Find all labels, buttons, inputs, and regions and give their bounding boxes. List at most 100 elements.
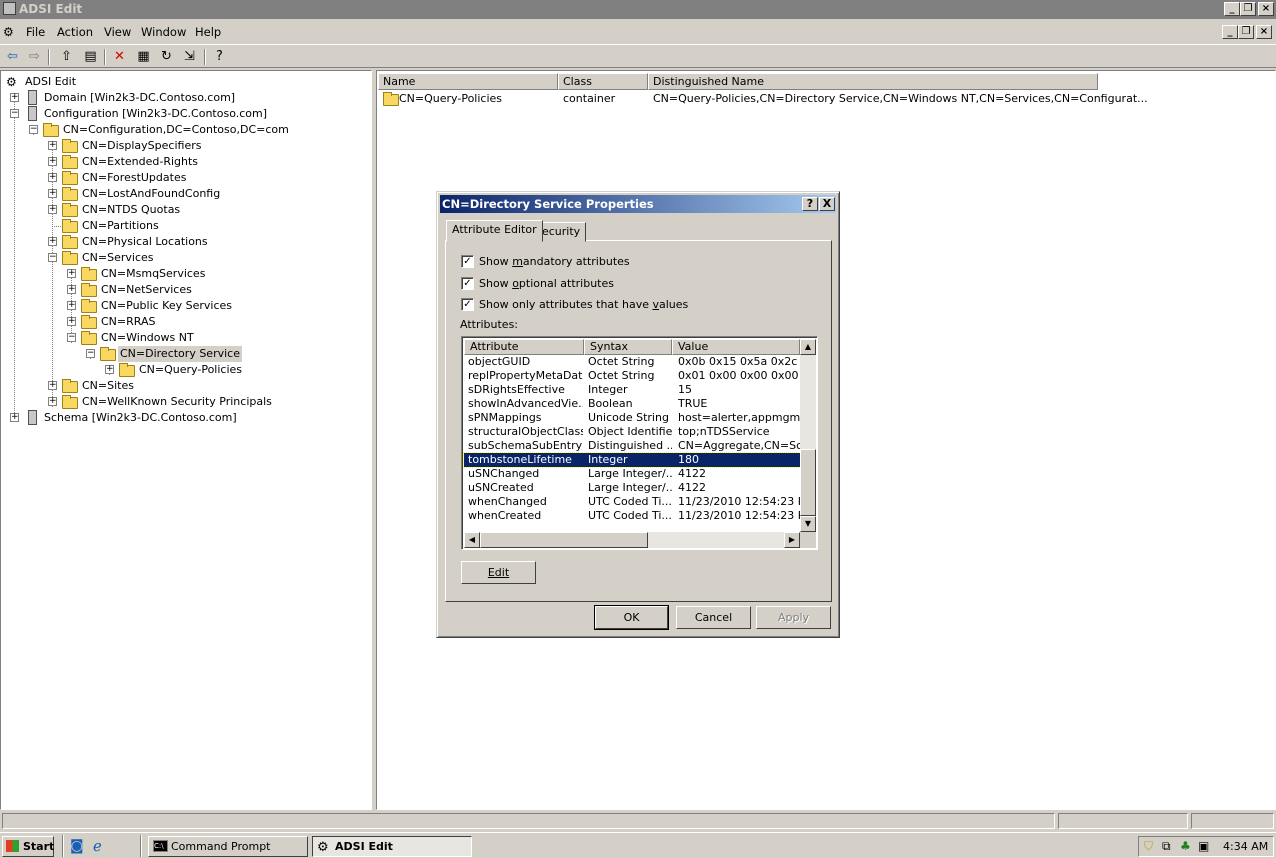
expand-icon[interactable]: +: [48, 173, 57, 182]
tray-monitor-icon[interactable]: ▣: [1198, 839, 1209, 853]
tree-item-windows-nt[interactable]: − CN=Windows NT: [66, 330, 266, 346]
collapse-icon[interactable]: −: [48, 253, 57, 262]
vertical-scroll-thumb[interactable]: [800, 449, 816, 516]
column-header-dn[interactable]: Distinguished Name: [648, 73, 1098, 90]
scroll-up-icon[interactable]: ▲: [800, 339, 816, 355]
internet-explorer-icon[interactable]: ℯ: [93, 837, 102, 855]
security-shield-icon[interactable]: ⛉: [1144, 839, 1153, 854]
tree-item-partitions[interactable]: CN=Partitions: [47, 218, 247, 234]
tree-item-public-key-services[interactable]: + CN=Public Key Services: [66, 298, 266, 314]
expand-icon[interactable]: +: [48, 157, 57, 166]
attribute-row[interactable]: replPropertyMetaData Octet String 0x01 0x0…: [464, 369, 800, 383]
collapse-icon[interactable]: −: [29, 125, 38, 134]
scroll-right-icon[interactable]: ▶: [784, 532, 800, 548]
edit-button[interactable]: Edit: [461, 561, 536, 584]
tree-item-physical-locations[interactable]: + CN=Physical Locations: [47, 234, 247, 250]
column-header-name[interactable]: Name: [378, 73, 558, 90]
collapse-icon[interactable]: −: [10, 109, 19, 118]
close-button[interactable]: ×: [1258, 2, 1274, 16]
attribute-row[interactable]: structuralObjectClass Object Identifier to…: [464, 425, 800, 439]
properties-icon[interactable]: ▦: [134, 48, 153, 66]
attribute-row[interactable]: sPNMappings Unicode String host=alerter,ap…: [464, 411, 800, 425]
tab-attribute-editor[interactable]: Attribute Editor: [446, 220, 543, 242]
tray-app-icon[interactable]: ♣: [1180, 839, 1191, 853]
attribute-row[interactable]: objectGUID Octet String 0x0b 0x15 0x5a 0x2…: [464, 355, 800, 369]
expand-icon[interactable]: +: [67, 317, 76, 326]
expand-icon[interactable]: +: [67, 269, 76, 278]
dialog-help-button[interactable]: ?: [802, 197, 818, 211]
tree-item-lostandfoundconfig[interactable]: + CN=LostAndFoundConfig: [47, 186, 247, 202]
app-title-bar[interactable]: ADSI Edit _ ❐ ×: [0, 0, 1276, 19]
up-one-level-icon[interactable]: ⇧: [57, 48, 76, 66]
tree-item-ntds-quotas[interactable]: + CN=NTDS Quotas: [47, 202, 247, 218]
expand-icon[interactable]: +: [67, 301, 76, 310]
ok-button[interactable]: OK: [594, 605, 669, 630]
taskbar-adsi-edit[interactable]: ⚙ ADSI Edit: [312, 836, 472, 857]
help-icon[interactable]: ?: [210, 48, 229, 66]
delete-icon[interactable]: ✕: [110, 48, 129, 66]
attribute-row[interactable]: whenChanged UTC Coded Ti... 11/23/2010 12:…: [464, 495, 800, 509]
attribute-row[interactable]: uSNCreated Large Integer/... 4122: [464, 481, 800, 495]
tree-item-domain[interactable]: + Domain [Win2k3-DC.Contoso.com]: [9, 90, 235, 106]
minimize-button[interactable]: _: [1224, 2, 1240, 16]
dialog-close-button[interactable]: X: [819, 197, 835, 211]
show-hide-tree-icon[interactable]: ▤: [81, 48, 100, 66]
collapse-icon[interactable]: −: [67, 333, 76, 342]
expand-icon[interactable]: +: [48, 189, 57, 198]
tree-item-msmqservices[interactable]: + CN=MsmqServices: [66, 266, 266, 282]
collapse-icon[interactable]: −: [86, 349, 95, 358]
back-arrow-icon[interactable]: ⇦: [3, 48, 22, 66]
expand-icon[interactable]: +: [67, 285, 76, 294]
child-restore-button[interactable]: ❐: [1238, 25, 1254, 39]
tree-item-rras[interactable]: + CN=RRAS: [66, 314, 266, 330]
expand-icon[interactable]: +: [105, 365, 114, 374]
scroll-down-icon[interactable]: ▼: [800, 516, 816, 532]
scroll-left-icon[interactable]: ◀: [464, 532, 480, 548]
cancel-button[interactable]: Cancel: [676, 606, 751, 629]
tree-item-directory-service[interactable]: − CN=Directory Service: [85, 346, 242, 362]
tree-item-config-nc[interactable]: − CN=Configuration,DC=Contoso,DC=com: [28, 122, 289, 138]
vertical-scrollbar[interactable]: ▲ ▼: [800, 339, 816, 532]
tree-item-displayspecifiers[interactable]: + CN=DisplaySpecifiers: [47, 138, 247, 154]
expand-icon[interactable]: +: [48, 141, 57, 150]
tree-item-wellknown-security-principals[interactable]: + CN=WellKnown Security Principals: [47, 394, 272, 410]
start-button[interactable]: Start: [2, 836, 54, 857]
tree-pane[interactable]: ⚙ ADSI Edit + Domain [Win2k3-DC.Contoso.…: [0, 70, 372, 810]
grid-header-value[interactable]: Value: [672, 339, 800, 355]
mmc-doc-icon[interactable]: ⚙: [3, 25, 14, 39]
expand-icon[interactable]: +: [48, 205, 57, 214]
export-list-icon[interactable]: ⇲: [180, 48, 199, 66]
horizontal-scroll-thumb[interactable]: [480, 532, 648, 548]
tree-item-configuration[interactable]: − Configuration [Win2k3-DC.Contoso.com]: [9, 106, 267, 122]
attribute-row[interactable]: showInAdvancedVie... Boolean TRUE: [464, 397, 800, 411]
attribute-row[interactable]: sDRightsEffective Integer 15: [464, 383, 800, 397]
restore-button[interactable]: ❐: [1240, 2, 1256, 16]
show-optional-label[interactable]: Show optional attributes: [479, 277, 614, 290]
menu-window[interactable]: Window: [141, 25, 186, 39]
show-mandatory-checkbox[interactable]: ✓: [461, 255, 474, 268]
child-minimize-button[interactable]: _: [1222, 25, 1238, 39]
tree-item-sites[interactable]: + CN=Sites: [47, 378, 247, 394]
menu-view[interactable]: View: [104, 25, 131, 39]
show-values-only-label[interactable]: Show only attributes that have values: [479, 298, 688, 311]
horizontal-scrollbar[interactable]: ◀ ▶: [464, 532, 800, 548]
attribute-row[interactable]: whenCreated UTC Coded Ti... 11/23/2010 12:…: [464, 509, 800, 523]
menu-help[interactable]: Help: [195, 25, 221, 39]
show-optional-checkbox[interactable]: ✓: [461, 277, 474, 290]
expand-icon[interactable]: +: [48, 237, 57, 246]
list-item[interactable]: CN=Query-Policies container CN=Query-Pol…: [379, 91, 1259, 107]
network-icon[interactable]: ⧉: [1162, 839, 1171, 854]
show-values-only-checkbox[interactable]: ✓: [461, 298, 474, 311]
tree-item-query-policies[interactable]: + CN=Query-Policies: [104, 362, 254, 378]
tree-item-services[interactable]: − CN=Services: [47, 250, 247, 266]
tree-item-forestupdates[interactable]: + CN=ForestUpdates: [47, 170, 247, 186]
refresh-icon[interactable]: ↻: [157, 48, 176, 66]
expand-icon[interactable]: +: [10, 413, 19, 422]
attribute-row[interactable]: subSchemaSubEntry Distinguished ... CN=Agg…: [464, 439, 800, 453]
apply-button[interactable]: Apply: [756, 606, 831, 629]
expand-icon[interactable]: +: [10, 93, 19, 102]
clock[interactable]: 4:34 AM: [1223, 840, 1268, 853]
column-header-class[interactable]: Class: [558, 73, 648, 90]
grid-header-attribute[interactable]: Attribute: [464, 339, 584, 355]
expand-icon[interactable]: +: [48, 397, 57, 406]
